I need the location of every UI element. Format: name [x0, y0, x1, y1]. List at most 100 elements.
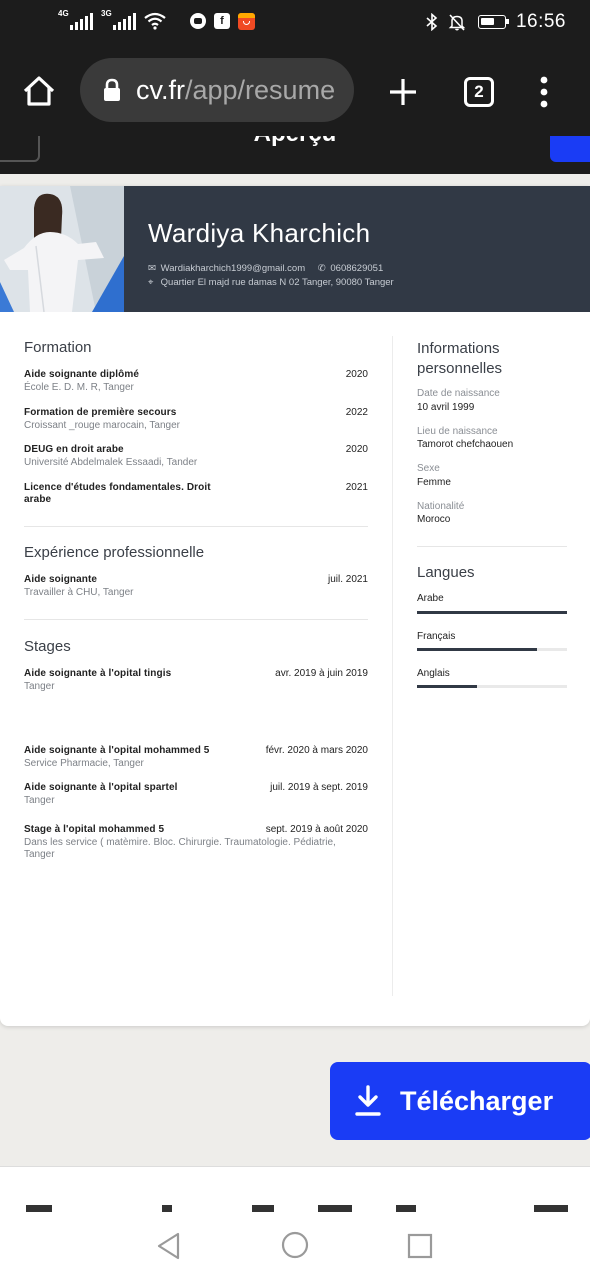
- wifi-icon: [144, 12, 166, 30]
- location-icon: ⌖: [148, 277, 154, 288]
- entry-subtitle: Travailler à CHU, Tanger: [24, 587, 134, 598]
- entry-title: Stage à l'opital mohammed 5: [24, 824, 165, 835]
- language-name: Français: [417, 631, 456, 642]
- entry-title: Aide soignante à l'opital spartel: [24, 782, 178, 793]
- resume-preview: Wardiya Kharchich ✉ Wardiakharchich1999@…: [0, 186, 590, 1026]
- facebook-icon: f: [214, 13, 230, 29]
- section-title-personal: Informations personnelles: [417, 340, 503, 377]
- toolbar-icon-5[interactable]: [396, 1205, 416, 1212]
- signal-icon-1: 4G: [58, 9, 93, 30]
- entry-title: Aide soignante à l'opital mohammed 5: [24, 745, 210, 756]
- entry-date: 2021: [345, 482, 368, 493]
- address-bar[interactable]: cv.fr/app/resume: [80, 58, 354, 122]
- info-label: Sexe: [417, 463, 440, 474]
- new-tab-icon[interactable]: [388, 77, 418, 107]
- formation-entry: DEUG en droit arabe 2020 Université Abde…: [24, 444, 368, 469]
- battery-icon: [477, 15, 509, 29]
- home-nav-icon[interactable]: [281, 1231, 309, 1259]
- bluetooth-icon: [426, 13, 438, 31]
- entry-title: Licence d'études fondamentales. Droit ar…: [24, 482, 211, 505]
- entry-date: avr. 2019 à juin 2019: [275, 668, 368, 679]
- toolbar-icon-2[interactable]: [162, 1205, 172, 1212]
- info-value: 10 avril 1999: [417, 402, 475, 413]
- toolbar-icon-4[interactable]: [318, 1205, 352, 1212]
- entry-title: Aide soignante: [24, 574, 98, 585]
- phone: 0608629051: [330, 263, 384, 274]
- contact-line-2: ⌖ Quartier El majd rue damas N 02 Tanger…: [148, 277, 394, 288]
- section-divider: [24, 526, 368, 527]
- back-nav-icon[interactable]: [156, 1232, 182, 1260]
- formation-entry: Formation de première secours 2022 Crois…: [24, 407, 368, 432]
- formation-entry: Aide soignante diplômé 2020 École E. D. …: [24, 369, 368, 394]
- phone-icon: ✆: [317, 263, 326, 274]
- action-button[interactable]: [550, 136, 590, 162]
- language-name: Anglais: [417, 668, 450, 679]
- toolbar-icon-1[interactable]: [26, 1205, 52, 1212]
- info-value: Moroco: [417, 514, 451, 525]
- clock: 16:56: [515, 11, 566, 32]
- entry-title: Aide soignante diplômé: [24, 369, 139, 380]
- shopping-app-icon: [238, 12, 255, 30]
- section-divider: [24, 619, 368, 620]
- email: Wardiakharchich1999@gmail.com: [160, 263, 306, 274]
- info-label: Date de naissance: [417, 388, 500, 399]
- recents-nav-icon[interactable]: [407, 1233, 433, 1259]
- download-icon: [355, 1085, 381, 1116]
- entry-date: 2020: [345, 369, 368, 380]
- entry-title: Aide soignante à l'opital tingis: [24, 668, 172, 679]
- section-title-formation: Formation: [24, 339, 92, 356]
- language-level-bar: [417, 648, 567, 651]
- entry-date: juil. 2019 à sept. 2019: [270, 782, 368, 793]
- column-divider: [392, 336, 393, 996]
- language-level-fill: [417, 685, 477, 688]
- home-icon[interactable]: [22, 74, 56, 108]
- entry-subtitle: Tanger: [24, 681, 55, 692]
- profile-photo: [0, 186, 124, 312]
- experience-entry: Aide soignante juil. 2021 Travailler à C…: [24, 574, 368, 599]
- entry-title: DEUG en droit arabe: [24, 444, 124, 455]
- stage-entry: Aide soignante à l'opital tingis avr. 20…: [24, 668, 368, 693]
- status-left: 4G 3G f: [58, 9, 255, 30]
- info-label: Lieu de naissance: [417, 426, 498, 437]
- notifications-off-icon: [448, 14, 466, 31]
- section-divider: [417, 546, 567, 547]
- url-path: /app/resume: [185, 74, 336, 105]
- tab-switcher-button[interactable]: 2: [464, 77, 494, 107]
- signal-icon-2: 3G: [101, 9, 136, 30]
- section-title-languages: Langues: [417, 564, 475, 581]
- entry-date: sept. 2019 à août 2020: [265, 824, 368, 835]
- entry-date: juil. 2021: [327, 574, 368, 585]
- entry-date: févr. 2020 à mars 2020: [265, 745, 368, 756]
- address: Quartier El majd rue damas N 02 Tanger, …: [160, 277, 394, 288]
- stage-entry: Aide soignante à l'opital mohammed 5 fév…: [24, 745, 368, 770]
- section-title-stages: Stages: [24, 638, 71, 655]
- entry-date: 2020: [345, 444, 368, 455]
- page-title: Aperçu: [0, 136, 590, 148]
- entry-subtitle: Université Abdelmalek Essaadi, Tander: [24, 457, 198, 468]
- download-button[interactable]: Télécharger: [330, 1062, 590, 1140]
- info-value: Femme: [417, 477, 451, 488]
- stage-entry: Aide soignante à l'opital spartel juil. …: [24, 782, 368, 807]
- network-type-2: 3G: [101, 9, 112, 18]
- status-right: 16:56: [426, 11, 566, 33]
- info-value: Tamorot chefchaouen: [417, 439, 514, 450]
- entry-subtitle: Tanger: [24, 795, 55, 806]
- download-label: Télécharger: [400, 1085, 554, 1116]
- network-type-1: 4G: [58, 9, 69, 18]
- toolbar-icon-6[interactable]: [534, 1205, 568, 1212]
- app-notification-icon: [190, 13, 206, 29]
- lock-icon: [104, 78, 120, 101]
- section-title-experience: Expérience professionnelle: [24, 544, 205, 561]
- entry-subtitle: École E. D. M. R, Tanger: [24, 382, 134, 393]
- status-bar: 4G 3G f 16:56: [0, 0, 590, 46]
- toolbar-icon-3[interactable]: [252, 1205, 274, 1212]
- editor-toolbar: [0, 1166, 590, 1212]
- more-options-icon[interactable]: [538, 76, 550, 108]
- language-level-bar: [417, 685, 567, 688]
- entry-title: Formation de première secours: [24, 407, 177, 418]
- language-level-fill: [417, 611, 567, 614]
- contact-line-1: ✉ Wardiakharchich1999@gmail.com ✆ 060862…: [148, 263, 383, 274]
- url-domain: cv.fr: [136, 74, 185, 105]
- entry-subtitle: Service Pharmacie, Tanger: [24, 758, 144, 769]
- page-header: Aperçu: [0, 136, 590, 174]
